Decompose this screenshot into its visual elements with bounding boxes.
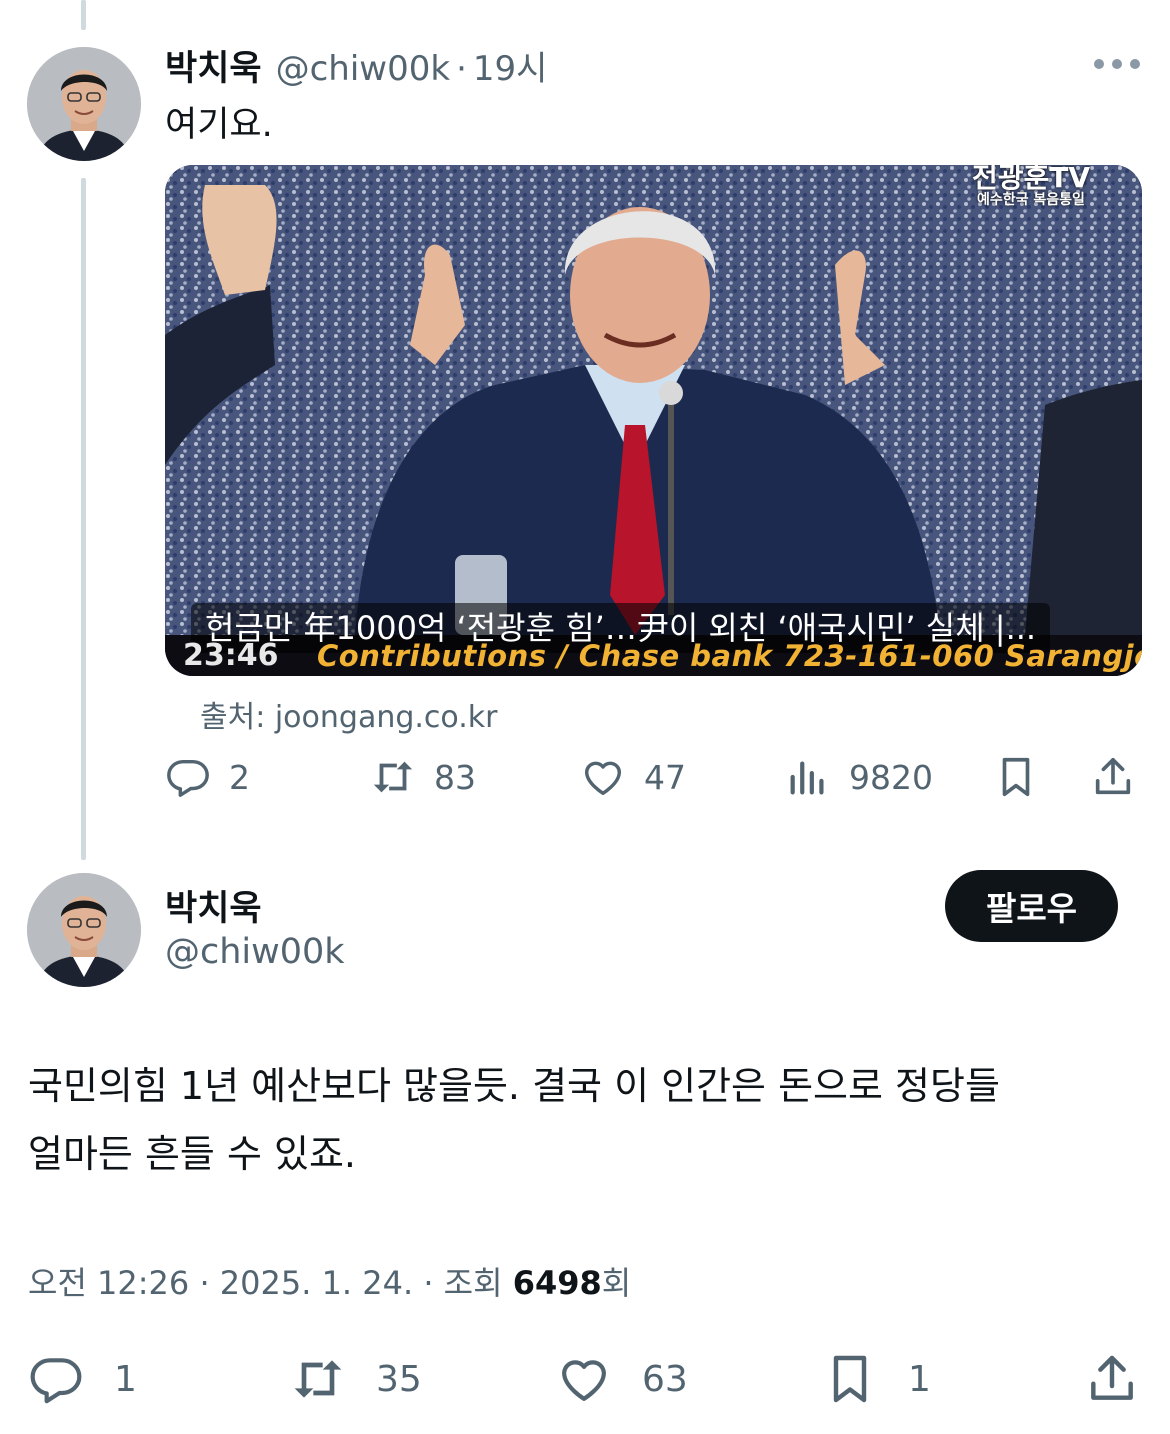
thread-line [81,0,86,30]
bookmark-icon [1002,757,1030,797]
view-count: 6498 [512,1264,602,1302]
tweet-text: 여기요. [165,105,273,145]
bookmark-icon [833,1355,867,1403]
follow-button[interactable]: 팔로우 [945,870,1118,942]
avatar[interactable] [27,873,141,987]
more-icon[interactable] [1094,52,1140,76]
tweet-text-line: 국민의힘 1년 예산보다 많을듯. 결국 이 인간은 돈으로 정당들 [28,1064,1000,1108]
author-name[interactable]: 박치욱 [165,880,262,931]
logo-subtitle: 예수한국 복음통일 [977,192,1085,208]
retweet-button[interactable]: 83 [370,748,476,806]
author-name[interactable]: 박치욱 [165,40,262,91]
like-button[interactable]: 63 [556,1346,688,1412]
retweet-icon [373,761,413,793]
bookmark-count: 1 [908,1358,931,1400]
like-button[interactable]: 47 [580,748,686,806]
like-count: 47 [644,757,686,797]
retweet-count: 35 [376,1358,422,1400]
tweet-text: 국민의힘 1년 예산보다 많을듯. 결국 이 인간은 돈으로 정당들 얼마든 흔… [28,1052,1148,1188]
tweet-actions: 1 35 63 1 [28,1346,1148,1412]
separator: · [456,49,467,89]
link-card-media[interactable]: 전광훈TV 예수한국 복음통일 헌금만 年1000억 ‘전광훈 힘’…尹이 외친… [165,165,1142,676]
reply-count: 1 [114,1358,137,1400]
views-button[interactable]: 9820 [785,748,933,806]
heart-icon [584,761,622,796]
view-count-suffix: 회 [601,1264,632,1302]
reply-icon [167,759,209,797]
video-timestamp: 23:46 [183,638,279,673]
retweet-icon [294,1360,342,1398]
reply-button[interactable]: 2 [165,748,250,806]
view-count: 9820 [849,757,933,797]
video-ticker: Contributions / Chase bank 723-161-060 S… [317,639,1142,673]
author-handle[interactable]: @chiw00k [276,49,450,89]
share-button[interactable] [1090,748,1136,806]
bookmark-button[interactable]: 1 [822,1346,931,1412]
thread-line [81,178,86,860]
share-button[interactable] [1084,1346,1140,1412]
tweet-timestamp[interactable]: 오전 12:26 · 2025. 1. 24. · 조회 [28,1264,513,1302]
reply-count: 2 [229,757,250,797]
tweet-text-line: 얼마든 흔들 수 있죠. [28,1132,356,1176]
video-thumbnail [165,165,1142,676]
heart-icon [562,1360,606,1401]
retweet-count: 83 [434,757,476,797]
tweet-time[interactable]: 19시 [473,41,548,90]
author-handle[interactable]: @chiw00k [165,932,345,972]
logo-title: 전광훈TV [971,165,1090,194]
share-icon [1095,757,1131,795]
bookmark-button[interactable] [993,748,1039,806]
channel-logo: 전광훈TV 예수한국 복음통일 [972,165,1090,209]
tweet-meta: 오전 12:26 · 2025. 1. 24. · 조회 6498회 [28,1258,631,1304]
reply-icon [30,1358,82,1404]
avatar[interactable] [27,47,141,161]
tweet-actions: 2 83 47 9820 [165,748,1145,806]
tweet-header: 박치욱 @chiw00k · 19시 [165,40,547,90]
reply-button[interactable]: 1 [28,1346,137,1412]
like-count: 63 [642,1358,688,1400]
share-icon [1091,1355,1133,1400]
views-icon [790,761,824,795]
link-source[interactable]: 출처: joongang.co.kr [200,692,498,736]
retweet-button[interactable]: 35 [290,1346,422,1412]
